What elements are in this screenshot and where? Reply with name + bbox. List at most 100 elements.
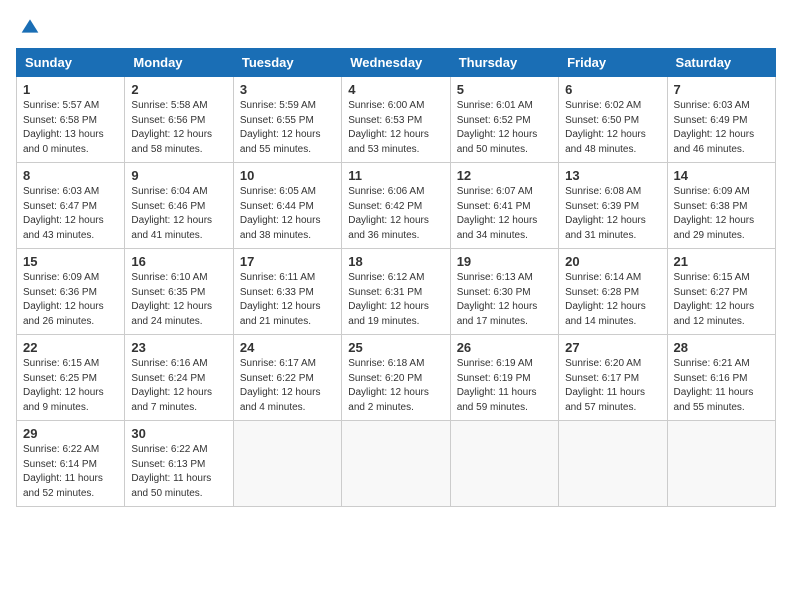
day-info: Sunrise: 6:22 AMSunset: 6:14 PMDaylight:…: [23, 443, 118, 501]
day-number: 20: [565, 254, 660, 269]
weekday-header-row: SundayMondayTuesdayWednesdayThursdayFrid…: [17, 49, 776, 77]
calendar-cell: 29 Sunrise: 6:22 AMSunset: 6:14 PMDayligh…: [17, 421, 125, 507]
calendar-cell: 19Sunrise: 6:13 AMSunset: 6:30 PMDayligh…: [450, 249, 558, 335]
calendar-cell: 1 Sunrise: 5:57 AMSunset: 6:58 PMDaylight…: [17, 77, 125, 163]
day-info: Sunrise: 6:13 AMSunset: 6:30 PMDaylight:…: [457, 271, 552, 329]
weekday-header-saturday: Saturday: [667, 49, 775, 77]
week-row: 1 Sunrise: 5:57 AMSunset: 6:58 PMDaylight…: [17, 77, 776, 163]
calendar-cell: 26 Sunrise: 6:19 AMSunset: 6:19 PMDayligh…: [450, 335, 558, 421]
day-info: Sunrise: 6:04 AMSunset: 6:46 PMDaylight:…: [131, 185, 226, 243]
day-number: 3: [240, 82, 335, 97]
day-info: Sunrise: 5:58 AMSunset: 6:56 PMDaylight:…: [131, 99, 226, 157]
calendar-cell: [667, 421, 775, 507]
day-info: Sunrise: 6:09 AMSunset: 6:36 PMDaylight:…: [23, 271, 118, 329]
day-number: 15: [23, 254, 118, 269]
week-row: 15 Sunrise: 6:09 AMSunset: 6:36 PMDayligh…: [17, 249, 776, 335]
day-info: Sunrise: 6:21 AMSunset: 6:16 PMDaylight:…: [674, 357, 769, 415]
day-info: Sunrise: 6:10 AMSunset: 6:35 PMDaylight:…: [131, 271, 226, 329]
day-number: 30: [131, 426, 226, 441]
day-info: Sunrise: 6:15 AMSunset: 6:27 PMDaylight:…: [674, 271, 769, 329]
day-info: Sunrise: 5:59 AMSunset: 6:55 PMDaylight:…: [240, 99, 335, 157]
calendar-cell: 2 Sunrise: 5:58 AMSunset: 6:56 PMDaylight…: [125, 77, 233, 163]
calendar-cell: [342, 421, 450, 507]
calendar-cell: [450, 421, 558, 507]
day-info: Sunrise: 6:00 AMSunset: 6:53 PMDaylight:…: [348, 99, 443, 157]
calendar-cell: 21 Sunrise: 6:15 AMSunset: 6:27 PMDayligh…: [667, 249, 775, 335]
day-info: Sunrise: 6:22 AMSunset: 6:13 PMDaylight:…: [131, 443, 226, 501]
day-number: 14: [674, 168, 769, 183]
calendar-cell: 16 Sunrise: 6:10 AMSunset: 6:35 PMDayligh…: [125, 249, 233, 335]
logo: [16, 16, 40, 36]
day-info: Sunrise: 6:18 AMSunset: 6:20 PMDaylight:…: [348, 357, 443, 415]
day-info: Sunrise: 6:03 AMSunset: 6:47 PMDaylight:…: [23, 185, 118, 243]
day-info: Sunrise: 6:06 AMSunset: 6:42 PMDaylight:…: [348, 185, 443, 243]
day-number: 16: [131, 254, 226, 269]
day-info: Sunrise: 6:17 AMSunset: 6:22 PMDaylight:…: [240, 357, 335, 415]
day-number: 26: [457, 340, 552, 355]
day-number: 23: [131, 340, 226, 355]
calendar-cell: 18 Sunrise: 6:12 AMSunset: 6:31 PMDayligh…: [342, 249, 450, 335]
header: [16, 16, 776, 36]
day-number: 25: [348, 340, 443, 355]
calendar: SundayMondayTuesdayWednesdayThursdayFrid…: [16, 48, 776, 507]
calendar-cell: 17Sunrise: 6:11 AMSunset: 6:33 PMDayligh…: [233, 249, 341, 335]
day-info: Sunrise: 6:20 AMSunset: 6:17 PMDaylight:…: [565, 357, 660, 415]
day-info: Sunrise: 6:05 AMSunset: 6:44 PMDaylight:…: [240, 185, 335, 243]
day-info: Sunrise: 6:02 AMSunset: 6:50 PMDaylight:…: [565, 99, 660, 157]
calendar-cell: 22 Sunrise: 6:15 AMSunset: 6:25 PMDayligh…: [17, 335, 125, 421]
calendar-cell: 12 Sunrise: 6:07 AMSunset: 6:41 PMDayligh…: [450, 163, 558, 249]
day-info: Sunrise: 6:08 AMSunset: 6:39 PMDaylight:…: [565, 185, 660, 243]
weekday-header-friday: Friday: [559, 49, 667, 77]
calendar-cell: 7 Sunrise: 6:03 AMSunset: 6:49 PMDaylight…: [667, 77, 775, 163]
day-number: 10: [240, 168, 335, 183]
day-number: 4: [348, 82, 443, 97]
calendar-cell: 24 Sunrise: 6:17 AMSunset: 6:22 PMDayligh…: [233, 335, 341, 421]
calendar-cell: 11Sunrise: 6:06 AMSunset: 6:42 PMDayligh…: [342, 163, 450, 249]
day-number: 22: [23, 340, 118, 355]
day-number: 18: [348, 254, 443, 269]
day-number: 28: [674, 340, 769, 355]
day-number: 24: [240, 340, 335, 355]
day-number: 7: [674, 82, 769, 97]
calendar-cell: 13 Sunrise: 6:08 AMSunset: 6:39 PMDayligh…: [559, 163, 667, 249]
calendar-cell: 14 Sunrise: 6:09 AMSunset: 6:38 PMDayligh…: [667, 163, 775, 249]
weekday-header-wednesday: Wednesday: [342, 49, 450, 77]
day-info: Sunrise: 6:16 AMSunset: 6:24 PMDaylight:…: [131, 357, 226, 415]
calendar-cell: 30 Sunrise: 6:22 AMSunset: 6:13 PMDayligh…: [125, 421, 233, 507]
calendar-cell: [559, 421, 667, 507]
day-info: Sunrise: 6:03 AMSunset: 6:49 PMDaylight:…: [674, 99, 769, 157]
day-info: Sunrise: 5:57 AMSunset: 6:58 PMDaylight:…: [23, 99, 118, 157]
day-info: Sunrise: 6:14 AMSunset: 6:28 PMDaylight:…: [565, 271, 660, 329]
day-info: Sunrise: 6:15 AMSunset: 6:25 PMDaylight:…: [23, 357, 118, 415]
day-number: 8: [23, 168, 118, 183]
calendar-cell: 27Sunrise: 6:20 AMSunset: 6:17 PMDayligh…: [559, 335, 667, 421]
day-number: 13: [565, 168, 660, 183]
logo-icon: [20, 16, 40, 36]
day-number: 2: [131, 82, 226, 97]
calendar-cell: 6 Sunrise: 6:02 AMSunset: 6:50 PMDaylight…: [559, 77, 667, 163]
day-info: Sunrise: 6:07 AMSunset: 6:41 PMDaylight:…: [457, 185, 552, 243]
week-row: 8 Sunrise: 6:03 AMSunset: 6:47 PMDaylight…: [17, 163, 776, 249]
calendar-cell: 9 Sunrise: 6:04 AMSunset: 6:46 PMDaylight…: [125, 163, 233, 249]
day-info: Sunrise: 6:19 AMSunset: 6:19 PMDaylight:…: [457, 357, 552, 415]
day-number: 21: [674, 254, 769, 269]
weekday-header-sunday: Sunday: [17, 49, 125, 77]
calendar-cell: 20 Sunrise: 6:14 AMSunset: 6:28 PMDayligh…: [559, 249, 667, 335]
week-row: 22 Sunrise: 6:15 AMSunset: 6:25 PMDayligh…: [17, 335, 776, 421]
day-number: 12: [457, 168, 552, 183]
day-info: Sunrise: 6:12 AMSunset: 6:31 PMDaylight:…: [348, 271, 443, 329]
calendar-cell: 5Sunrise: 6:01 AMSunset: 6:52 PMDaylight…: [450, 77, 558, 163]
weekday-header-tuesday: Tuesday: [233, 49, 341, 77]
day-number: 5: [457, 82, 552, 97]
calendar-cell: 8 Sunrise: 6:03 AMSunset: 6:47 PMDaylight…: [17, 163, 125, 249]
day-number: 9: [131, 168, 226, 183]
calendar-cell: 15 Sunrise: 6:09 AMSunset: 6:36 PMDayligh…: [17, 249, 125, 335]
day-number: 6: [565, 82, 660, 97]
weekday-header-thursday: Thursday: [450, 49, 558, 77]
calendar-cell: 28 Sunrise: 6:21 AMSunset: 6:16 PMDayligh…: [667, 335, 775, 421]
calendar-cell: 3 Sunrise: 5:59 AMSunset: 6:55 PMDaylight…: [233, 77, 341, 163]
day-info: Sunrise: 6:09 AMSunset: 6:38 PMDaylight:…: [674, 185, 769, 243]
day-number: 17: [240, 254, 335, 269]
day-number: 1: [23, 82, 118, 97]
day-number: 29: [23, 426, 118, 441]
